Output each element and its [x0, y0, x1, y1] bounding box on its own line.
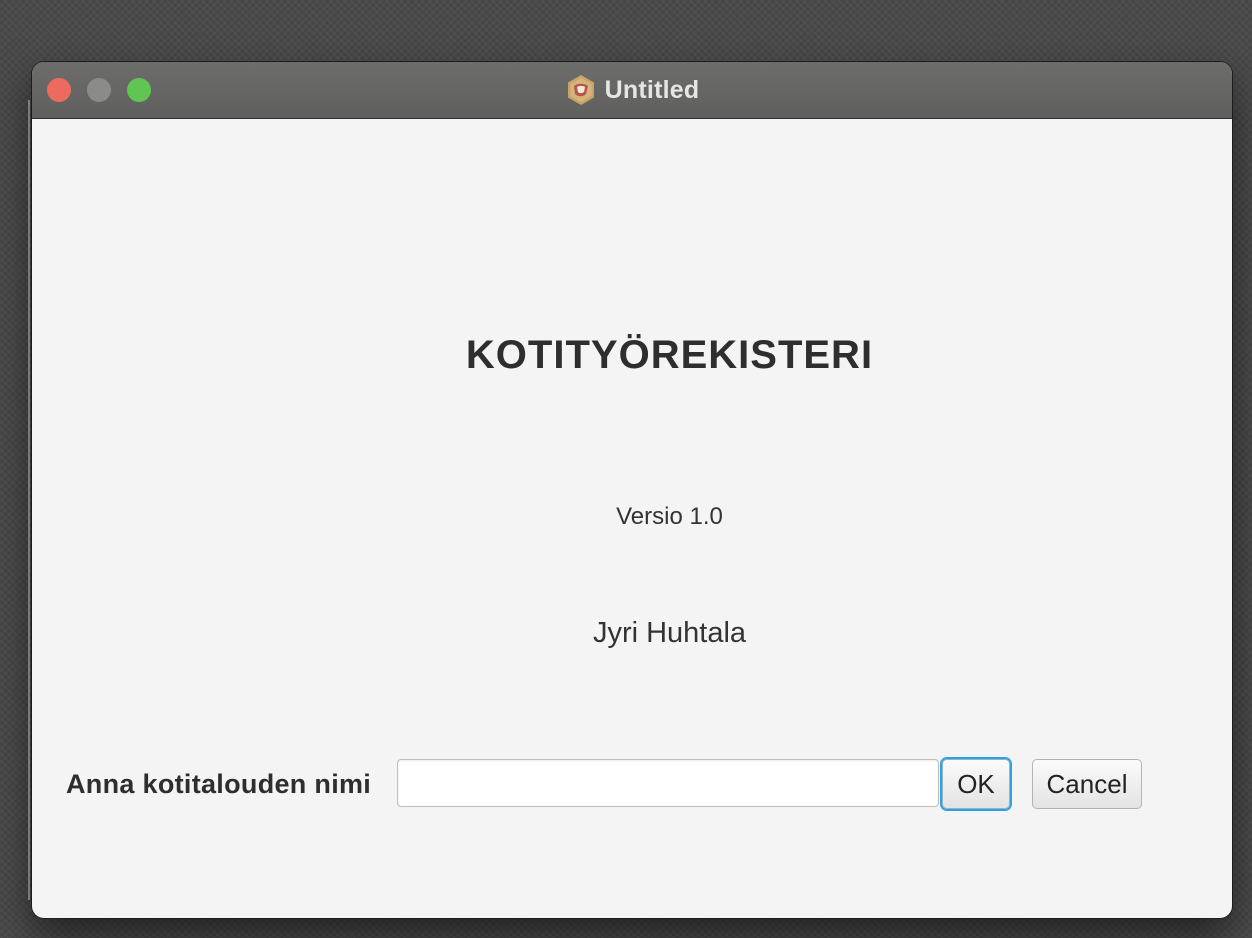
app-heading: KOTITYÖREKISTERI [465, 333, 874, 377]
version-label: Versio 1.0 [616, 503, 723, 530]
household-name-input[interactable] [397, 759, 939, 807]
ok-button[interactable]: OK [942, 759, 1010, 809]
background-window-edge [28, 100, 30, 900]
household-name-label: Anna kotitalouden nimi [66, 769, 372, 799]
author-label: Jyri Huhtala [592, 617, 747, 649]
cancel-button[interactable]: Cancel [1032, 759, 1142, 809]
window-title: Untitled [604, 75, 700, 104]
dialog-content: KOTITYÖREKISTERI Versio 1.0 Jyri Huhtala… [32, 119, 1232, 918]
title-area: Untitled [32, 62, 1232, 118]
dialog-window: Untitled KOTITYÖREKISTERI Versio 1.0 Jyr… [32, 62, 1232, 918]
title-bar[interactable]: Untitled [32, 62, 1232, 119]
app-logo-icon [567, 75, 594, 105]
